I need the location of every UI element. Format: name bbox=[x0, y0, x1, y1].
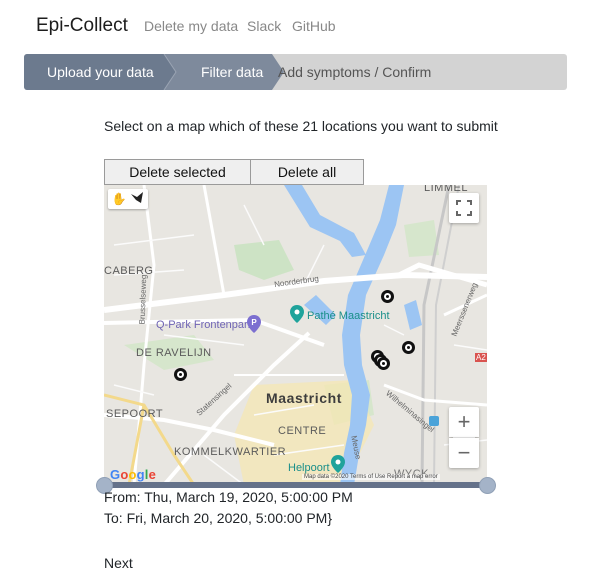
parking-pin-icon: P bbox=[247, 315, 261, 333]
step-filter-data[interactable]: Filter data bbox=[201, 54, 263, 90]
transit-icon bbox=[429, 416, 439, 426]
delete-all-shapes-button[interactable]: Delete all shapes bbox=[250, 159, 364, 204]
location-marker-icon[interactable] bbox=[377, 357, 390, 370]
svg-text:P: P bbox=[251, 318, 257, 327]
time-range-to-handle[interactable] bbox=[479, 477, 496, 494]
map-label-kommelkwartier: KOMMELKWARTIER bbox=[174, 446, 287, 458]
map-label-sepoort: SEPOORT bbox=[106, 408, 164, 420]
nav-link-slack[interactable]: Slack bbox=[247, 18, 281, 34]
brand-title[interactable]: Epi-Collect bbox=[36, 15, 128, 37]
location-map[interactable]: LIMMEL CABERG Noorderbrug Q-Park Fronten… bbox=[104, 185, 487, 485]
map-attribution[interactable]: Map data ©2020 Terms of Use Report a map… bbox=[302, 474, 440, 480]
nav-link-delete-my-data[interactable]: Delete my data bbox=[144, 18, 238, 34]
drawing-toolbar: ✋ bbox=[108, 189, 148, 209]
map-label-a2: A2 bbox=[475, 353, 487, 362]
landmark-pin-icon bbox=[331, 455, 345, 473]
step-add-symptoms-confirm: Add symptoms / Confirm bbox=[278, 64, 432, 80]
map-label-qpark: Q-Park Frontenpark bbox=[156, 319, 254, 331]
map-base-layer bbox=[104, 185, 487, 485]
map-label-maastricht: Maastricht bbox=[266, 390, 343, 406]
map-label-de-ravelijn: DE RAVELIJN bbox=[136, 347, 212, 359]
time-range-slider-track[interactable] bbox=[104, 482, 487, 488]
location-marker-icon[interactable] bbox=[381, 290, 394, 303]
nav-link-github[interactable]: GitHub bbox=[292, 18, 336, 34]
zoom-in-icon: + bbox=[457, 409, 471, 434]
location-marker-icon[interactable] bbox=[402, 341, 415, 354]
location-marker-icon[interactable] bbox=[174, 368, 187, 381]
map-label-centre: CENTRE bbox=[278, 425, 327, 437]
step-upload-your-data[interactable]: Upload your data bbox=[47, 54, 154, 90]
fullscreen-icon bbox=[456, 200, 472, 216]
map-label-brusselseweg: Brusselseweg bbox=[137, 274, 149, 325]
top-navbar: Epi-Collect Delete my data Slack GitHub bbox=[0, 0, 593, 52]
time-range-to-text: To: Fri, March 20, 2020, 5:00:00 PM} bbox=[104, 510, 333, 526]
zoom-out-button[interactable]: − bbox=[449, 438, 479, 468]
progress-stepper: Upload your data Filter data Add symptom… bbox=[24, 54, 567, 90]
delete-selected-shape-button[interactable]: Delete selected shape bbox=[104, 159, 251, 204]
draw-shape-icon[interactable] bbox=[129, 191, 145, 207]
fullscreen-button[interactable] bbox=[449, 193, 479, 223]
next-button[interactable]: Next bbox=[104, 555, 133, 571]
zoom-in-button[interactable]: + bbox=[449, 407, 479, 437]
google-logo: Google bbox=[110, 467, 157, 482]
map-instruction: Select on a map which of these 21 locati… bbox=[104, 118, 498, 134]
map-label-pathe: Pathé Maastricht bbox=[307, 310, 390, 322]
map-label-helpoort: Helpoort bbox=[288, 462, 330, 474]
cinema-pin-icon bbox=[290, 305, 304, 323]
hand-icon[interactable]: ✋ bbox=[111, 191, 127, 207]
zoom-out-icon: − bbox=[457, 440, 471, 465]
time-range-from-text: From: Thu, March 19, 2020, 5:00:00 PM bbox=[104, 489, 353, 505]
